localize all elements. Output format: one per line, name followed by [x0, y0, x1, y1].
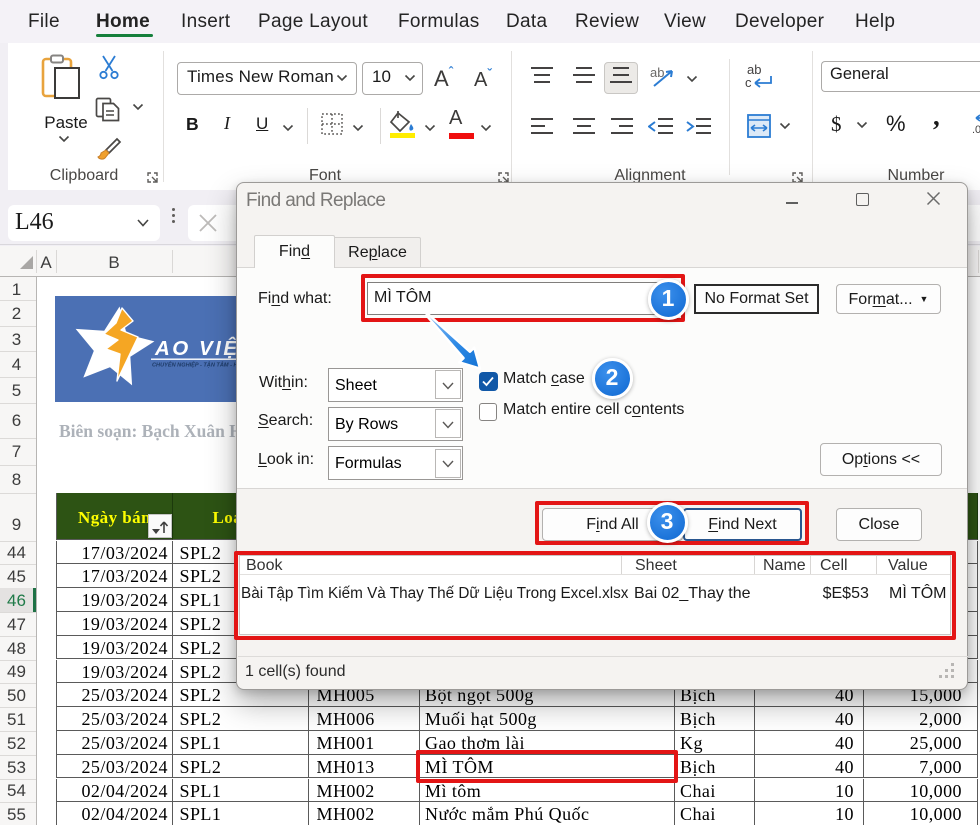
- svg-text:c: c: [745, 75, 752, 90]
- svg-text:AO VIỆ: AO VIỆ: [154, 336, 237, 360]
- svg-text:CHUYÊN NGHIỆP - TẬN TÂM - HỌC: CHUYÊN NGHIỆP - TẬN TÂM - HỌC TH: [152, 360, 237, 368]
- svg-text:ab: ab: [650, 65, 664, 80]
- svg-text:.0: .0: [972, 124, 980, 135]
